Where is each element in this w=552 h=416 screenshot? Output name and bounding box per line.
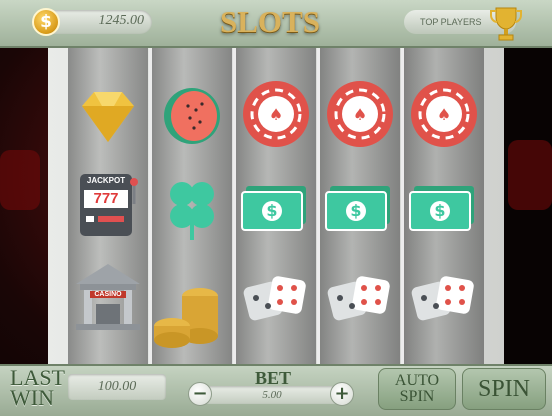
balance-box: $ 1245.00 — [32, 8, 152, 36]
svg-text:♠: ♠ — [353, 105, 367, 124]
dollar-symbol: $ — [350, 201, 362, 220]
last-win-value: 100.00 — [68, 374, 166, 400]
auto-spin-button[interactable]: AUTO SPIN — [378, 368, 456, 410]
reel-divider — [233, 48, 236, 364]
auto-spin-label-line1: AUTO — [394, 372, 440, 389]
casino-label: CASINO — [90, 291, 126, 298]
clover-icon — [170, 182, 214, 240]
dollar-symbol: $ — [266, 201, 278, 220]
reel-divider — [317, 48, 320, 364]
coins-icon — [154, 288, 218, 348]
slot-machine-icon: JACKPOT 777 — [72, 168, 144, 240]
auto-spin-label-line2: SPIN — [399, 388, 435, 405]
poker-chip-icon: ♠ — [411, 81, 477, 147]
money-stack-icon: $ — [322, 176, 394, 248]
trophy-icon[interactable] — [490, 5, 522, 43]
background-dice — [508, 140, 552, 210]
last-win-label-line2: WIN — [10, 385, 54, 410]
money-stack-icon: $ — [406, 176, 478, 248]
slot-digits: 777 — [93, 190, 119, 207]
reel-divider — [401, 48, 404, 364]
bank-icon: CASINO — [72, 260, 144, 332]
svg-text:♠: ♠ — [437, 105, 451, 124]
dollar-coin-icon: $ — [32, 8, 60, 36]
dollar-symbol: $ — [434, 201, 446, 220]
watermelon-icon — [164, 88, 220, 144]
bet-increase-button[interactable]: + — [330, 382, 354, 406]
money-stack-icon: $ — [238, 176, 310, 248]
poker-chip-icon: ♠ — [327, 81, 393, 147]
top-players-label: TOP PLAYERS — [420, 17, 482, 27]
dice-icon — [411, 276, 474, 321]
last-win-label: LAST WIN — [10, 367, 65, 410]
dice-icon — [327, 276, 390, 321]
diamond-icon — [82, 92, 134, 142]
spin-button[interactable]: SPIN — [462, 368, 546, 410]
jackpot-label: JACKPOT — [86, 176, 126, 185]
balance-value: 1245.00 — [98, 13, 145, 28]
background-dice — [0, 150, 40, 210]
dice-icon — [243, 276, 306, 321]
poker-chip-icon: ♠ — [243, 81, 309, 147]
bet-decrease-button[interactable]: − — [188, 382, 212, 406]
bet-value: 5.00 — [200, 386, 344, 404]
svg-text:♠: ♠ — [269, 105, 283, 124]
